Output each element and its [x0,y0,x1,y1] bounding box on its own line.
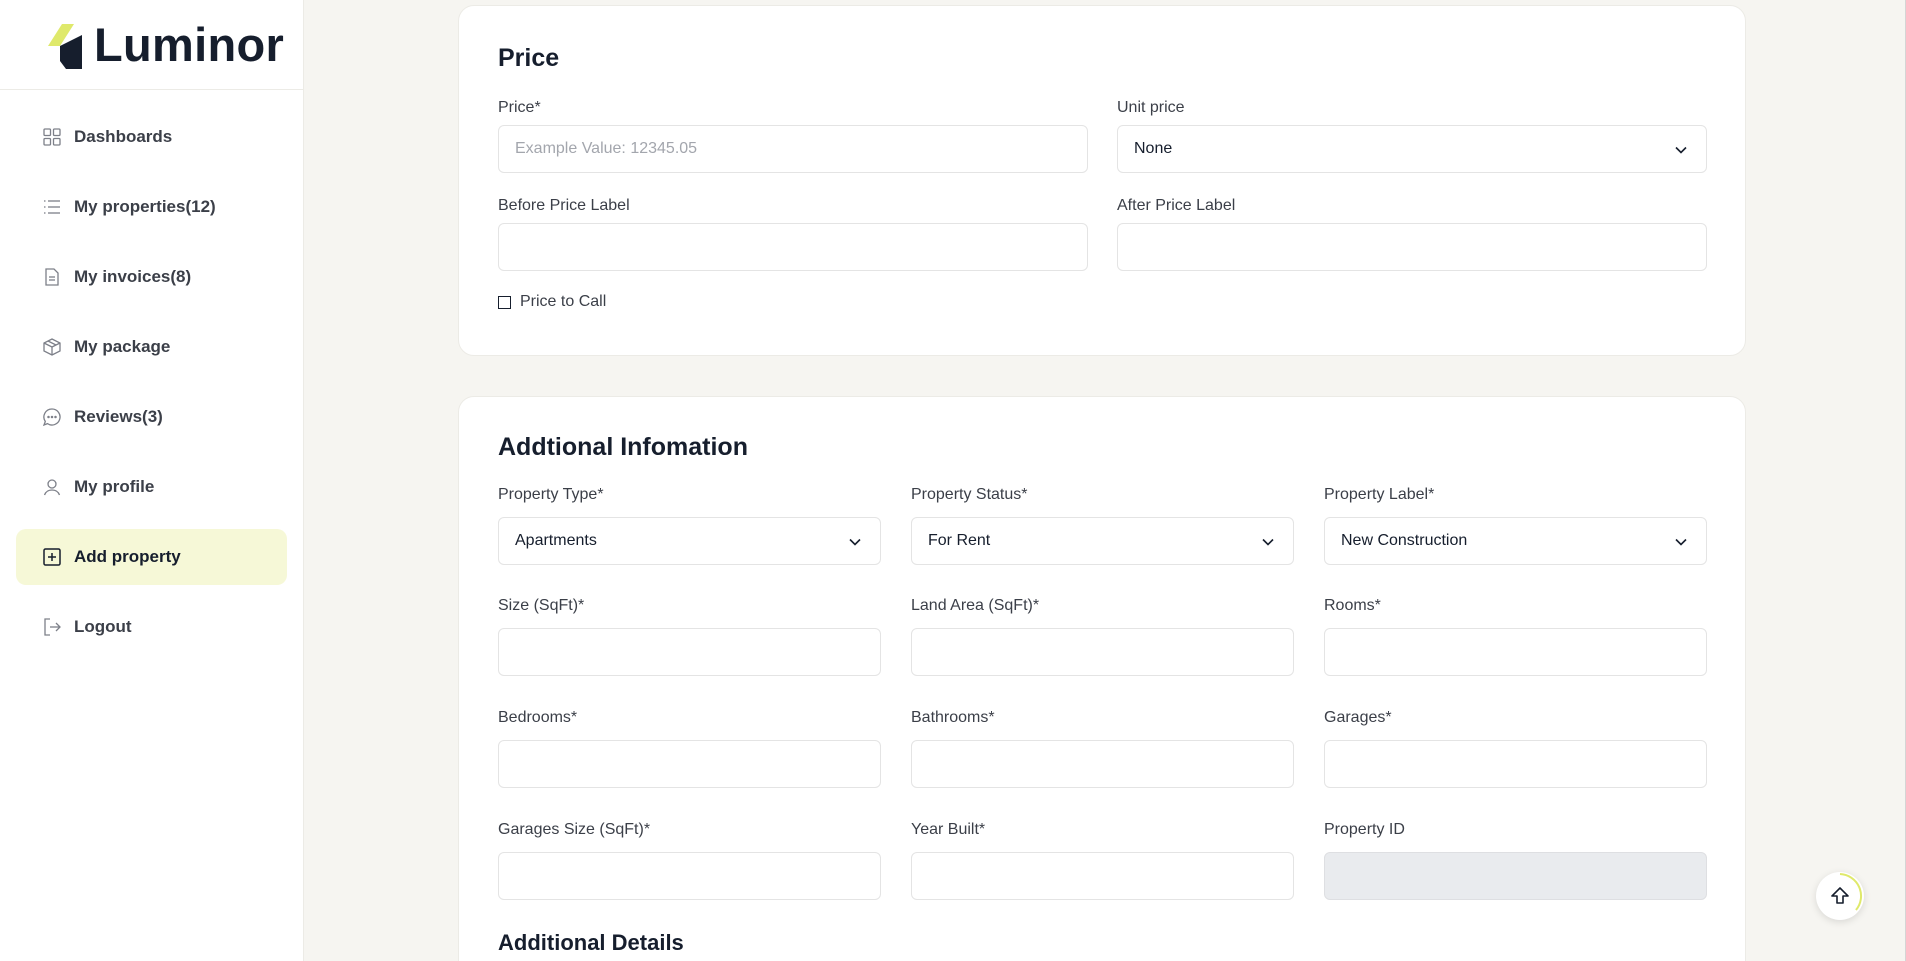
sidebar-item-label: Dashboards [74,127,173,146]
file-icon [42,267,62,287]
additional-info-title: Addtional Infomation [498,433,748,461]
chevron-down-icon [1675,146,1687,154]
logout-icon [42,617,62,637]
sidebar-item-label: Logout [74,617,132,636]
sidebar-item-my-invoices[interactable]: My invoices(8) [16,249,287,305]
price-section-title: Price [498,44,560,72]
sidebar-item-label: My properties(12) [74,197,216,216]
before-price-label: Before Price Label [498,197,630,214]
year-built-label: Year Built* [911,821,986,838]
sidebar-item-my-package[interactable]: My package [16,319,287,375]
sidebar-nav: Dashboards My properties(12) My invoices… [0,109,303,655]
additional-info-card: Addtional Infomation Property Type* Apar… [458,396,1746,961]
property-status-label: Property Status* [911,486,1028,503]
property-id-input [1324,852,1707,900]
property-status-value: For Rent [928,532,991,549]
after-price-input[interactable] [1117,223,1707,271]
sidebar-item-label: Add property [74,547,181,566]
bedrooms-input[interactable] [498,740,881,788]
property-type-value: Apartments [515,532,597,549]
size-label: Size (SqFt)* [498,597,585,614]
sidebar: Luminor Dashboards My properties(12) My … [0,0,304,961]
property-status-select[interactable]: For Rent [911,517,1294,565]
price-to-call-row[interactable]: Price to Call [498,293,606,311]
bedrooms-label: Bedrooms* [498,709,578,726]
unit-price-label: Unit price [1117,99,1185,116]
rooms-input[interactable] [1324,628,1707,676]
before-price-input[interactable] [498,223,1088,271]
property-id-label: Property ID [1324,821,1405,838]
land-area-label: Land Area (SqFt)* [911,597,1040,614]
main-content: Price Price* Example Value: 12345.05 Uni… [304,0,1906,961]
garages-label: Garages* [1324,709,1392,726]
sidebar-item-label: My profile [74,477,155,496]
land-area-input[interactable] [911,628,1294,676]
price-input[interactable]: Example Value: 12345.05 [498,125,1088,173]
chat-icon [42,407,62,427]
sidebar-item-label: Reviews(3) [74,407,163,426]
scroll-progress-ring [1839,873,1863,911]
size-input[interactable] [498,628,881,676]
package-icon [42,337,62,357]
unit-price-select[interactable]: None [1117,125,1707,173]
bathrooms-input[interactable] [911,740,1294,788]
property-type-select[interactable]: Apartments [498,517,881,565]
chevron-down-icon [849,538,861,546]
sidebar-item-label: My package [74,337,171,356]
grid-icon [42,127,62,147]
sidebar-item-reviews[interactable]: Reviews(3) [16,389,287,445]
logo-text: Luminor [94,18,285,71]
garages-size-label: Garages Size (SqFt)* [498,821,651,838]
property-label-value: New Construction [1341,532,1468,549]
scroll-to-top-button[interactable] [1816,872,1864,920]
price-to-call-label: Price to Call [520,293,607,310]
property-type-label: Property Type* [498,486,604,503]
sidebar-item-my-properties[interactable]: My properties(12) [16,179,287,235]
property-label-select[interactable]: New Construction [1324,517,1707,565]
sidebar-item-dashboards[interactable]: Dashboards [16,109,287,165]
property-label-label: Property Label* [1324,486,1435,503]
additional-details-title: Additional Details [498,930,684,955]
year-built-input[interactable] [911,852,1294,900]
luminor-logo-icon [48,23,82,69]
list-icon [42,197,62,217]
logo[interactable]: Luminor [0,0,303,90]
plus-square-icon [42,547,62,567]
chevron-down-icon [1675,538,1687,546]
sidebar-item-label: My invoices(8) [74,267,192,286]
garages-size-input[interactable] [498,852,881,900]
unit-price-value: None [1134,140,1173,157]
sidebar-item-add-property[interactable]: Add property [16,529,287,585]
sidebar-item-my-profile[interactable]: My profile [16,459,287,515]
rooms-label: Rooms* [1324,597,1381,614]
chevron-down-icon [1262,538,1274,546]
price-to-call-checkbox[interactable] [498,295,511,309]
garages-input[interactable] [1324,740,1707,788]
bathrooms-label: Bathrooms* [911,709,995,726]
price-label: Price* [498,99,541,116]
price-card: Price Price* Example Value: 12345.05 Uni… [458,5,1746,356]
sidebar-item-logout[interactable]: Logout [16,599,287,655]
user-icon [42,477,62,497]
after-price-label: After Price Label [1117,197,1236,214]
